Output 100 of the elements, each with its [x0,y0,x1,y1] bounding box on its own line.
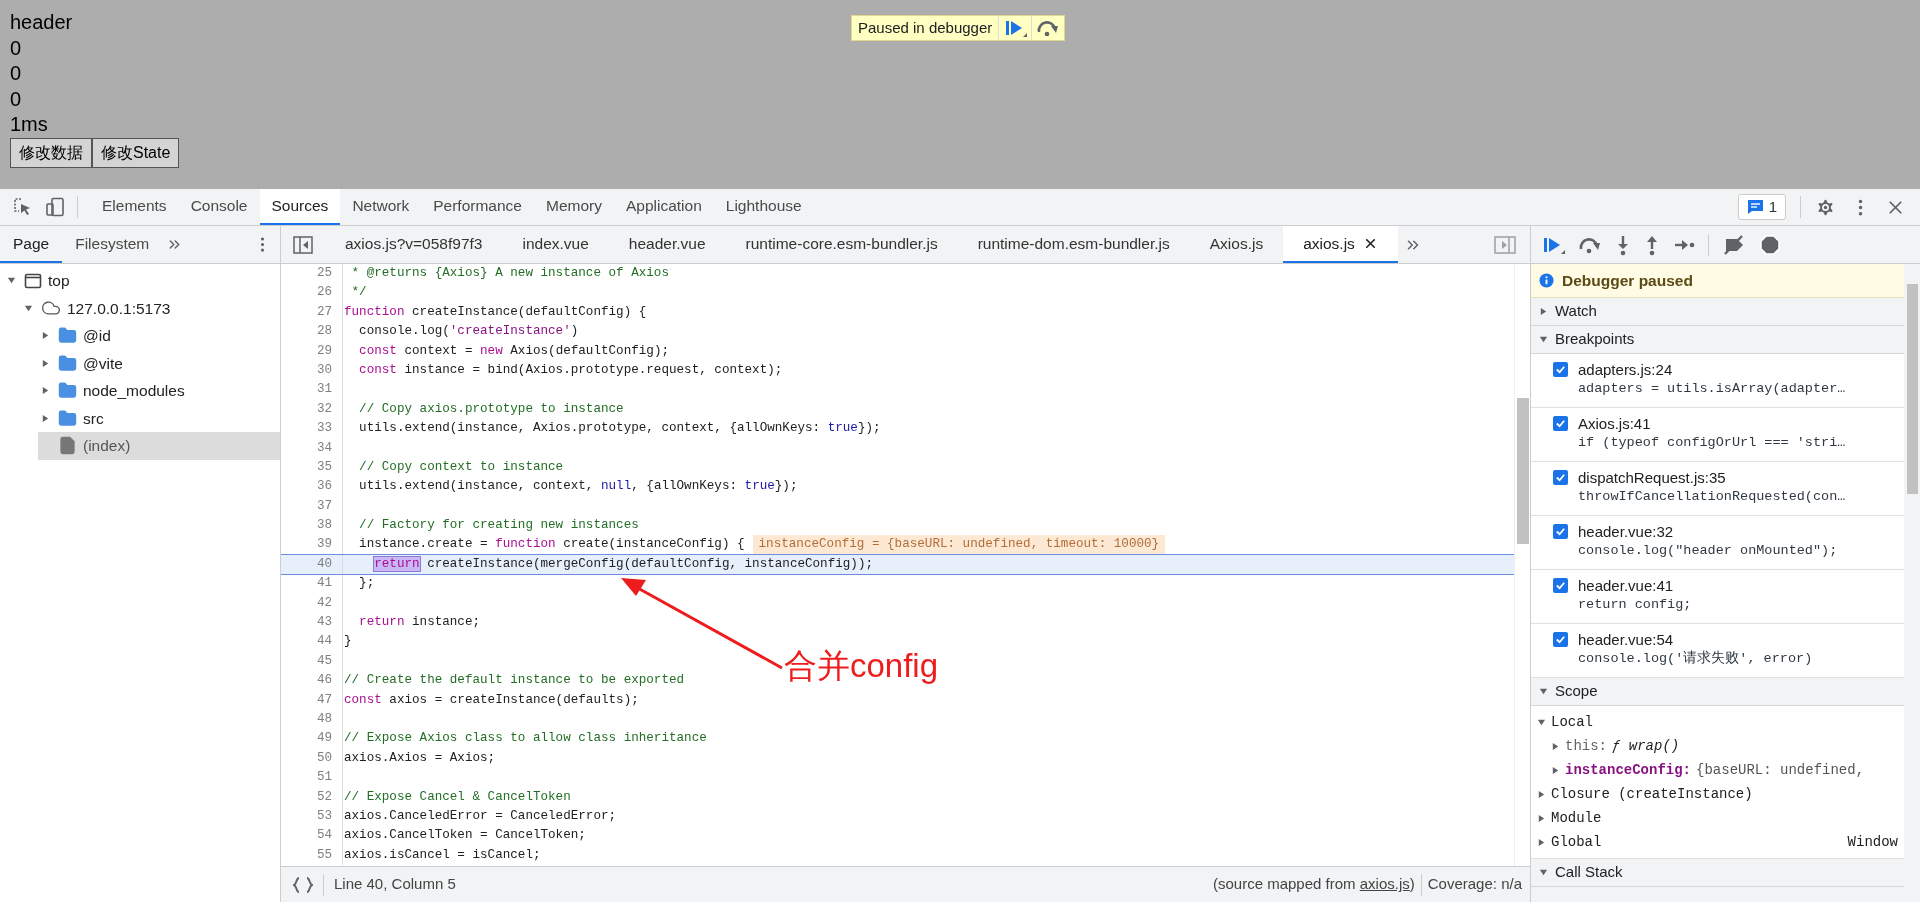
file-tab[interactable]: axios.js [1283,226,1398,263]
scope-item[interactable]: Closure (createInstance) [1531,782,1904,806]
pretty-print-icon[interactable] [293,876,313,893]
window-icon [24,272,42,289]
navigator-tab[interactable]: Page [0,226,63,263]
breakpoint-checkbox[interactable] [1553,524,1568,539]
deactivate-breakpoints-icon[interactable] [1722,234,1746,255]
devtools-tab[interactable]: Performance [421,189,534,225]
checkmark-icon [1555,526,1566,537]
line-number: 50 [281,748,343,769]
paused-title: Debugger paused [1562,270,1693,291]
source-map-info: (source mapped from axios.js) [1213,874,1415,895]
scope-item[interactable]: Global Window [1531,830,1904,854]
code-line: // Create the default instance to be exported [343,672,685,690]
collapsed-triangle-icon[interactable] [40,358,50,368]
devtools-tab[interactable]: Memory [533,189,614,225]
breakpoint-location[interactable]: adapters.js:24 [1578,360,1846,379]
devtools-tab[interactable]: Sources [259,189,341,225]
file-tab[interactable]: index.vue [502,226,609,263]
tree-item[interactable]: @id [38,322,280,350]
line-number: 48 [281,710,343,730]
collapsed-triangle-icon[interactable] [1539,307,1548,316]
code-line: const context = new Axios(defaultConfig); [358,342,669,360]
collapsed-triangle-icon[interactable] [1551,741,1560,751]
breakpoint-checkbox[interactable] [1553,416,1568,431]
scrollbar-thumb[interactable] [1517,398,1529,544]
code-line: } [343,633,352,651]
folder-icon [58,353,77,373]
coverage-info: Coverage: n/a [1427,874,1522,895]
breakpoint-checkbox[interactable] [1553,632,1568,647]
file-tab[interactable]: axios.js?v=058f97f3 [325,226,503,263]
tree-item[interactable]: src [38,404,280,432]
navigator-tab[interactable]: Filesystem [62,226,163,263]
devtools-tab[interactable]: Elements [90,189,179,225]
expanded-triangle-icon[interactable] [23,303,33,313]
scope-property[interactable]: this: ƒ wrap() [1531,734,1904,758]
breakpoint-location[interactable]: Axios.js:41 [1578,414,1846,433]
breakpoint-location[interactable]: dispatchRequest.js:35 [1578,468,1846,487]
code-line: return createInstance(mergeConfig(defaultConfig, instanceConfig)); [373,555,874,573]
expanded-triangle-icon[interactable] [6,276,16,286]
file-tab[interactable]: runtime-dom.esm-bundler.js [957,226,1190,263]
tree-item-label: @vite [83,353,123,374]
breakpoint-location[interactable]: header.vue:32 [1578,522,1838,541]
tree-item-label: top [48,271,70,292]
breakpoint-location[interactable]: header.vue:54 [1578,630,1813,649]
collapsed-triangle-icon[interactable] [1537,789,1546,799]
scope-item[interactable]: Local [1531,710,1904,734]
collapsed-triangle-icon[interactable] [40,413,50,423]
line-number: 47 [281,690,343,710]
line-number: 31 [281,380,343,400]
page-button[interactable]: 修改数据 [10,137,92,168]
step-over-icon[interactable] [1036,18,1061,38]
collapsed-triangle-icon[interactable] [1537,813,1546,823]
issues-button[interactable]: 1 [1737,194,1786,220]
toggle-debugger-icon[interactable] [1494,235,1516,254]
tree-item[interactable]: top [4,267,280,295]
tree-item[interactable]: @vite [38,349,280,377]
file-tab[interactable]: runtime-core.esm-bundler.js [725,226,958,263]
breakpoint-code: console.log('请求失败', error) [1578,649,1813,668]
collapsed-triangle-icon[interactable] [1551,765,1560,775]
tree-item[interactable]: node_modules [38,377,280,405]
devtools-tab[interactable]: Console [178,189,260,225]
message-icon [1746,199,1764,215]
devtools-tab[interactable]: Lighthouse [713,189,814,225]
scrollbar-thumb[interactable] [1907,284,1918,494]
device-toolbar-icon[interactable] [45,197,65,217]
tree-item[interactable]: 127.0.0.1:5173 [21,294,280,322]
page-button[interactable]: 修改State [92,137,180,168]
breakpoint-checkbox[interactable] [1553,362,1568,377]
tree-item[interactable]: (index) [38,432,280,460]
file-icon [58,436,77,456]
code-line: }; [358,575,375,593]
breakpoint-checkbox[interactable] [1553,470,1568,485]
expanded-triangle-icon[interactable] [1539,868,1548,877]
collapsed-triangle-icon[interactable] [40,331,50,341]
collapsed-triangle-icon[interactable] [1537,837,1546,847]
tree-item-label: src [83,408,104,429]
toggle-navigator-icon[interactable] [293,235,313,254]
expanded-triangle-icon[interactable] [1539,687,1548,696]
file-tab[interactable]: header.vue [608,226,726,263]
tree-item-label: node_modules [83,381,185,402]
breakpoint-code: throwIfCancellationRequested(con… [1578,488,1846,506]
file-tab[interactable]: Axios.js [1189,226,1284,263]
scope-property[interactable]: instanceConfig: {baseURL: undefined, [1531,758,1904,782]
expanded-triangle-icon[interactable] [1537,717,1546,727]
collapsed-triangle-icon[interactable] [40,386,50,396]
scope-item[interactable]: Module [1531,806,1904,830]
expanded-triangle-icon[interactable] [1539,335,1548,344]
pause-on-exceptions-icon[interactable] [1759,233,1781,256]
devtools-tab[interactable]: Application [613,189,714,225]
source-link[interactable]: axios.js [1359,875,1410,893]
settings-icon[interactable] [1815,196,1836,218]
line-number: 25 [281,264,343,284]
breakpoint-checkbox[interactable] [1553,578,1568,593]
devtools-tab[interactable]: Network [340,189,422,225]
breakpoint-location[interactable]: header.vue:41 [1578,576,1692,595]
section-title: Breakpoints [1555,329,1635,350]
code-line: // Copy context to instance [358,458,564,476]
line-number: 45 [281,651,343,672]
code-line: utils.extend(instance, Axios.prototype, context, {allOwnKeys: true}); [358,420,881,438]
